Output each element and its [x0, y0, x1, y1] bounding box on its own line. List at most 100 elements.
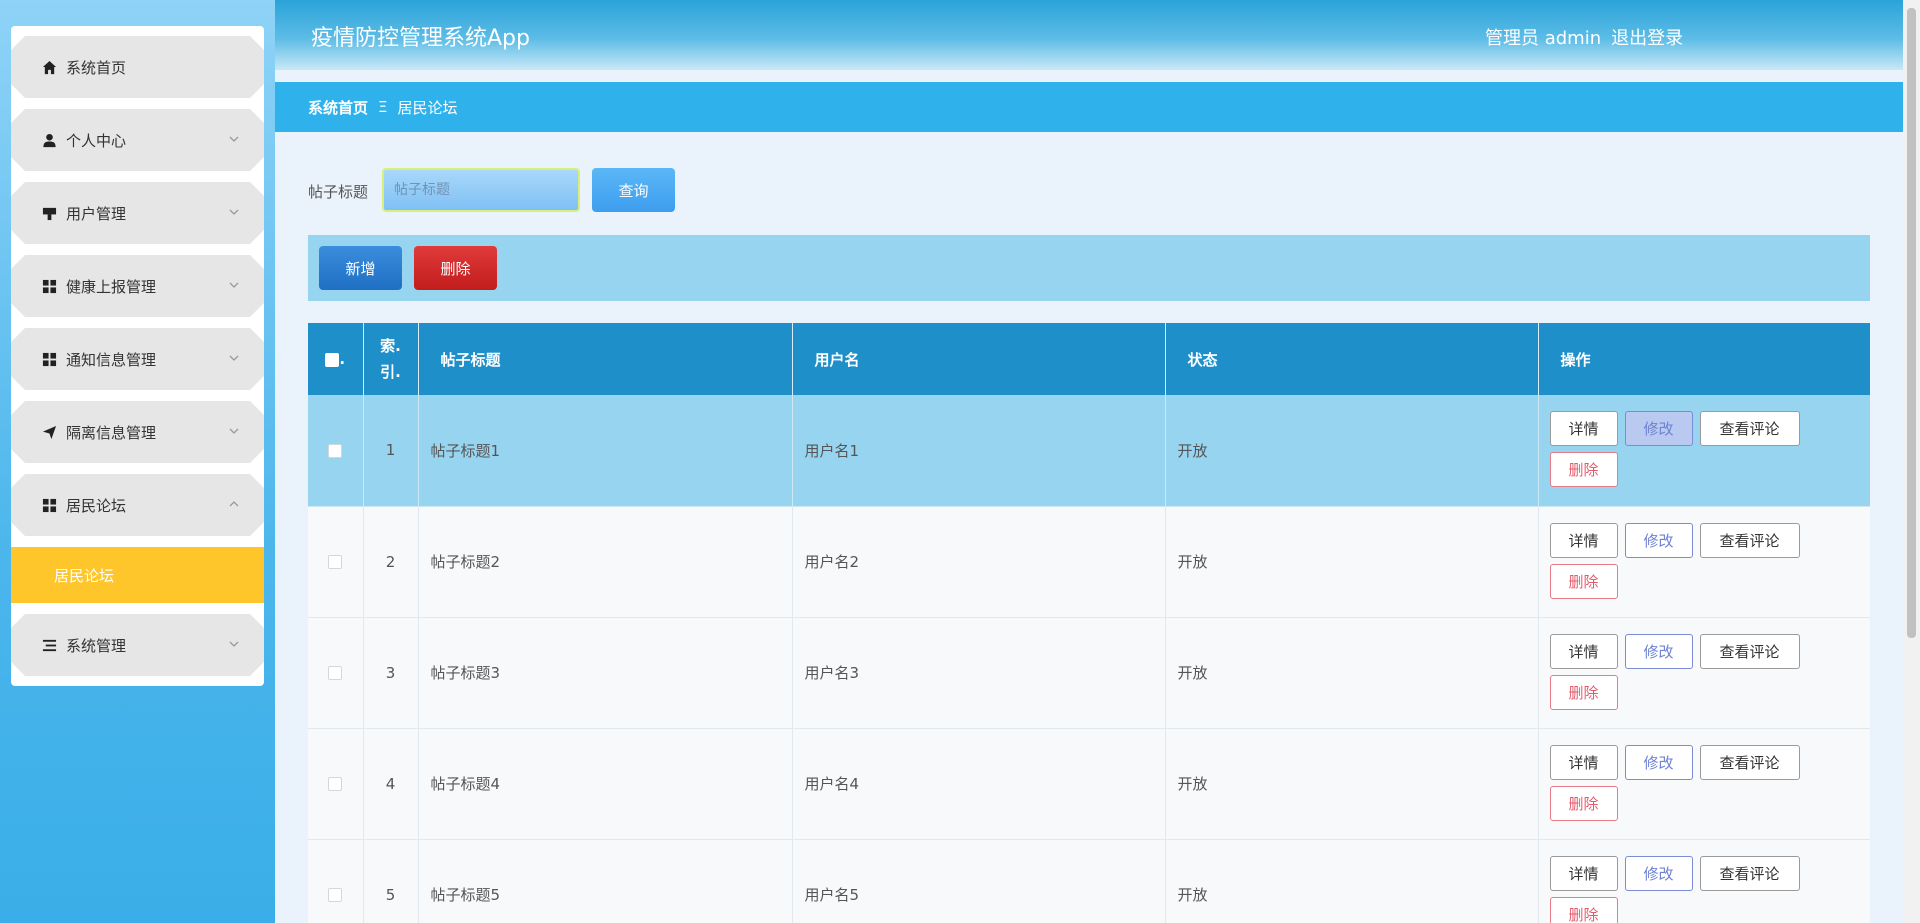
row-username: 用户名5 — [792, 839, 1166, 923]
view-comments-button[interactable]: 查看评论 — [1699, 633, 1800, 669]
table-row[interactable]: 2 帖子标题2 用户名2 开放 详情 修改 查看评论 删除 — [308, 506, 1870, 618]
view-comments-button[interactable]: 查看评论 — [1699, 522, 1800, 558]
sidebar-item-system-management[interactable]: 系统管理 — [11, 614, 264, 676]
sidebar-subitem-resident-forum[interactable]: 居民论坛 — [11, 547, 264, 603]
table-row[interactable]: 3 帖子标题3 用户名3 开放 详情 修改 查看评论 删除 — [308, 617, 1870, 729]
edit-button[interactable]: 修改 — [1624, 744, 1693, 780]
header-status: 状态 — [1165, 323, 1539, 395]
detail-button[interactable]: 详情 — [1549, 411, 1618, 447]
row-checkbox[interactable] — [328, 888, 343, 902]
send-icon — [41, 424, 57, 440]
table-header-row: . 索. 引. 帖子标题 用户名 状态 操作 — [308, 323, 1870, 395]
flag-icon — [41, 205, 57, 221]
detail-button[interactable]: 详情 — [1549, 855, 1618, 891]
action-bar: 新增 删除 — [308, 235, 1870, 301]
delete-button[interactable]: 删除 — [1549, 785, 1618, 821]
chevron-down-icon — [228, 206, 240, 218]
breadcrumb-current: 居民论坛 — [397, 98, 458, 117]
sidebar-item-notice-management[interactable]: 通知信息管理 — [11, 328, 264, 390]
header-index-line2: 引. — [380, 363, 401, 381]
sidebar: 系统首页 个人中心 用户管理 健康上报管理 通知信息管理 隔离信息管理 居民论坛… — [0, 0, 275, 923]
delete-button[interactable]: 删除 — [1549, 896, 1618, 923]
row-index: 4 — [363, 728, 419, 840]
chevron-down-icon — [228, 425, 240, 437]
list-icon — [41, 637, 57, 653]
search-input[interactable] — [382, 168, 580, 212]
sidebar-item-label: 居民论坛 — [66, 496, 127, 515]
grid-icon — [41, 351, 57, 367]
detail-button[interactable]: 详情 — [1549, 744, 1618, 780]
edit-button[interactable]: 修改 — [1624, 411, 1693, 447]
row-index: 5 — [363, 839, 419, 923]
breadcrumb-home[interactable]: 系统首页 — [308, 97, 368, 118]
table-row[interactable]: 1 帖子标题1 用户名1 开放 详情 修改 查看评论 删除 — [308, 395, 1870, 507]
sidebar-item-personal-center[interactable]: 个人中心 — [11, 109, 264, 171]
edit-button[interactable]: 修改 — [1624, 855, 1693, 891]
detail-button[interactable]: 详情 — [1549, 633, 1618, 669]
sidebar-item-label: 系统管理 — [66, 636, 127, 655]
row-title: 帖子标题3 — [418, 617, 793, 729]
chevron-down-icon — [228, 638, 240, 650]
row-title: 帖子标题1 — [418, 395, 793, 507]
sidebar-item-health-report[interactable]: 健康上报管理 — [11, 255, 264, 317]
logout-link[interactable]: 退出登录 — [1611, 28, 1683, 49]
row-username: 用户名3 — [792, 617, 1166, 729]
row-checkbox[interactable] — [328, 666, 343, 680]
table-row[interactable]: 4 帖子标题4 用户名4 开放 详情 修改 查看评论 删除 — [308, 728, 1870, 840]
batch-delete-button[interactable]: 删除 — [414, 246, 497, 290]
search-label: 帖子标题 — [308, 183, 369, 201]
sidebar-item-label: 系统首页 — [66, 58, 127, 77]
row-username: 用户名4 — [792, 728, 1166, 840]
chevron-down-icon — [228, 352, 240, 364]
row-index: 3 — [363, 617, 419, 729]
sidebar-item-resident-forum[interactable]: 居民论坛 — [11, 474, 264, 536]
row-status: 开放 — [1165, 839, 1539, 923]
row-index: 1 — [363, 395, 419, 507]
user-icon — [41, 132, 57, 148]
view-comments-button[interactable]: 查看评论 — [1699, 411, 1800, 447]
sidebar-item-quarantine-management[interactable]: 隔离信息管理 — [11, 401, 264, 463]
row-username: 用户名1 — [792, 395, 1166, 507]
detail-button[interactable]: 详情 — [1549, 522, 1618, 558]
grid-icon — [41, 278, 57, 294]
admin-label: 管理员 admin — [1485, 28, 1602, 49]
scrollbar-thumb[interactable] — [1907, 8, 1916, 638]
sidebar-item-label: 通知信息管理 — [66, 350, 157, 369]
search-button[interactable]: 查询 — [592, 168, 675, 212]
row-ops: 详情 修改 查看评论 删除 — [1538, 728, 1870, 840]
row-username: 用户名2 — [792, 506, 1166, 618]
sidebar-item-label: 个人中心 — [66, 131, 127, 150]
header-ops: 操作 — [1538, 323, 1870, 395]
row-ops: 详情 修改 查看评论 删除 — [1538, 506, 1870, 618]
row-title: 帖子标题4 — [418, 728, 793, 840]
breadcrumb-separator: Ξ — [378, 98, 388, 116]
sidebar-item-label: 用户管理 — [66, 204, 127, 223]
delete-button[interactable]: 删除 — [1549, 452, 1618, 488]
add-button[interactable]: 新增 — [319, 246, 402, 290]
row-status: 开放 — [1165, 395, 1539, 507]
row-checkbox[interactable] — [328, 443, 343, 458]
delete-button[interactable]: 删除 — [1549, 674, 1618, 710]
page-scrollbar[interactable] — [1903, 0, 1920, 923]
table-row[interactable]: 5 帖子标题5 用户名5 开放 详情 修改 查看评论 删除 — [308, 839, 1870, 923]
edit-button[interactable]: 修改 — [1624, 522, 1693, 558]
view-comments-button[interactable]: 查看评论 — [1699, 744, 1800, 780]
sidebar-item-user-management[interactable]: 用户管理 — [11, 182, 264, 244]
forum-table: . 索. 引. 帖子标题 用户名 状态 操作 1 帖子标题1 用户名1 开放 详情… — [308, 323, 1870, 923]
sidebar-item-label: 隔离信息管理 — [66, 423, 157, 442]
row-ops: 详情 修改 查看评论 删除 — [1538, 839, 1870, 923]
sidebar-menu: 系统首页 个人中心 用户管理 健康上报管理 通知信息管理 隔离信息管理 居民论坛… — [11, 26, 264, 686]
edit-button[interactable]: 修改 — [1624, 633, 1693, 669]
header-index-line1: 索. — [380, 337, 401, 355]
select-all-checkbox[interactable]: . — [308, 323, 364, 395]
row-status: 开放 — [1165, 506, 1539, 618]
sidebar-item-label: 健康上报管理 — [66, 277, 157, 296]
delete-button[interactable]: 删除 — [1549, 563, 1618, 599]
row-checkbox[interactable] — [328, 777, 343, 791]
row-status: 开放 — [1165, 617, 1539, 729]
user-info: 管理员 admin 退出登录 — [1485, 24, 1693, 50]
row-checkbox[interactable] — [328, 555, 343, 569]
sidebar-item-home[interactable]: 系统首页 — [11, 36, 264, 98]
row-title: 帖子标题2 — [418, 506, 793, 618]
view-comments-button[interactable]: 查看评论 — [1699, 855, 1800, 891]
